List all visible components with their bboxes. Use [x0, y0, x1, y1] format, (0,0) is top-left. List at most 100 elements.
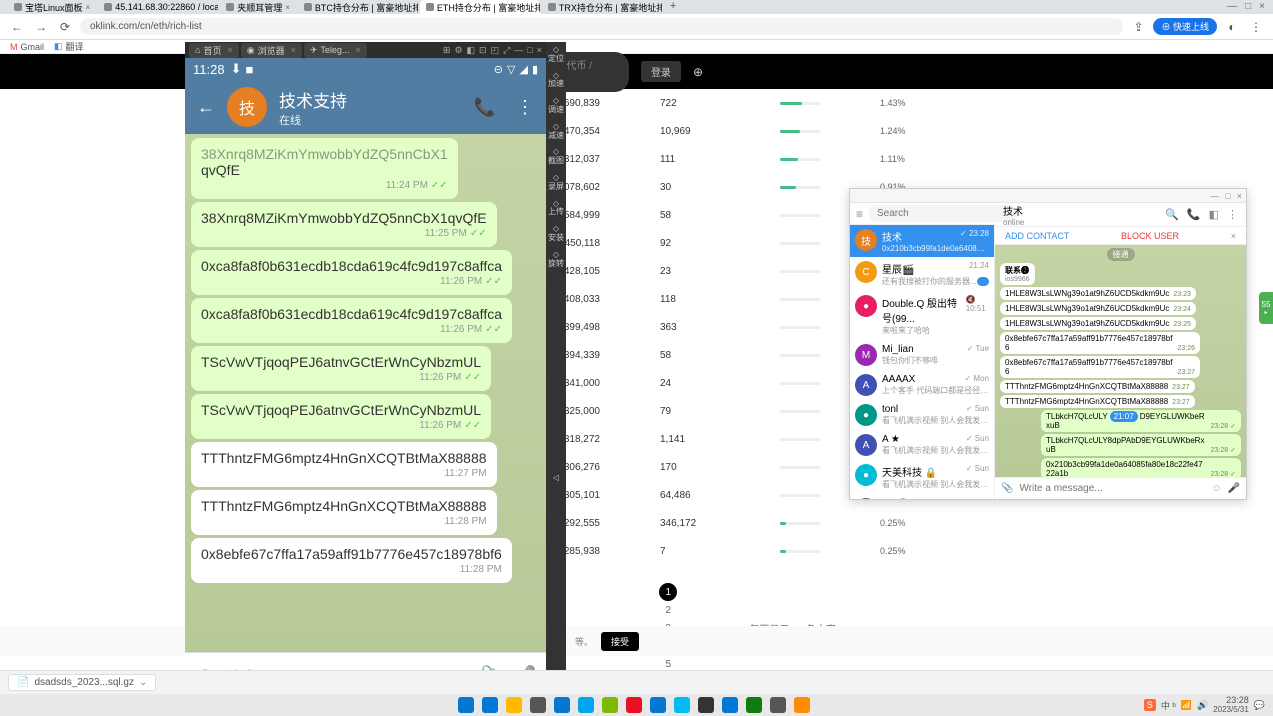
taskbar-app-icon[interactable] [722, 697, 738, 713]
emu-win-icon[interactable]: ⊞ [443, 45, 451, 56]
search-icon[interactable]: 🔍 [1165, 208, 1179, 221]
sidebar-tool[interactable]: ◇调速 [548, 97, 564, 115]
side-widget[interactable]: 55▸ [1259, 292, 1273, 324]
nav-back-icon[interactable]: ← [8, 20, 26, 34]
chat-message[interactable]: 0x8ebfe67c7ffa17a59aff91b7776e457c18978b… [1000, 356, 1200, 378]
emu-win-icon[interactable]: ⊡ [479, 45, 487, 56]
attach-icon[interactable]: 📎 [1001, 483, 1013, 494]
chat-message[interactable]: 1HLE8W3LsLWNg39o1at9hZ6UCD5kdkm9Uc23:24 [1000, 302, 1196, 315]
tray-wifi-icon[interactable]: 📶 [1181, 700, 1192, 711]
taskbar-app-icon[interactable] [458, 697, 474, 713]
globe-icon[interactable]: ⊕ [693, 65, 703, 79]
sidebar-tool[interactable]: ◇录屏 [548, 174, 564, 192]
chat-message[interactable]: 1HLE8W3LsLWNg39o1at9hZ6UCD5kdkm9Uc23:23 [1000, 287, 1196, 300]
close-icon[interactable]: × [1231, 231, 1236, 241]
sidebar-tool[interactable]: ◇旋转 [548, 251, 564, 269]
win-close-icon[interactable]: × [1237, 191, 1242, 201]
emu-tab[interactable]: ✈Teleg...× [304, 43, 367, 58]
taskbar-app-icon[interactable] [794, 697, 810, 713]
taskbar-app-icon[interactable] [746, 697, 762, 713]
chat-list-item[interactable]: ●天美科技 🔒✓ Sun看飞机满示视频 别人会我发给地地... [850, 460, 994, 494]
sidebar-arrow[interactable]: ◁ [553, 474, 559, 483]
window-min-icon[interactable]: — [1227, 1, 1237, 14]
chat-message[interactable]: TScVwVTjqoqPEJ6atnvGCtErWnCyNbzmUL11:26 … [191, 346, 491, 391]
chat-list-item[interactable]: AAAAAX✓ Mon上个客手 代码端口都是径径用的 [850, 370, 994, 400]
emu-win-icon[interactable]: ⚙ [454, 45, 462, 56]
taskbar-app-icon[interactable] [506, 697, 522, 713]
chat-list-item[interactable]: C星辰🎬21:24还有我搜被打你的服务器...1 [850, 257, 994, 291]
menu-icon[interactable]: ≡ [856, 207, 863, 221]
win-min-icon[interactable]: — [1210, 191, 1219, 201]
mic-icon[interactable]: 🎤 [1228, 483, 1240, 494]
sidebar-tool[interactable]: ◇加速 [548, 72, 564, 90]
chat-list-item[interactable]: ●tonl✓ Sun看飞机满示视频 别人会我发给地地... [850, 400, 994, 430]
tray-ime-icon[interactable]: S [1144, 699, 1156, 711]
emu-win-icon[interactable]: ◧ [467, 45, 476, 56]
taskbar-app-icon[interactable] [770, 697, 786, 713]
emu-win-icon[interactable]: — [514, 45, 523, 56]
page-number[interactable]: 2 [659, 601, 677, 619]
nav-fwd-icon[interactable]: → [32, 20, 50, 34]
accept-button[interactable]: 接受 [601, 632, 639, 651]
chat-message[interactable]: TTThntzFMG6mptz4HnGnXCQTBtMaX8888811:27 … [191, 442, 497, 487]
download-item[interactable]: 📄 dsadsds_2023...sql.gz ⌄ [8, 674, 156, 691]
chat-message[interactable]: TTThntzFMG6mptz4HnGnXCQTBtMaX8888823:27 [1000, 395, 1195, 408]
block-user-button[interactable]: BLOCK USER [1121, 231, 1179, 241]
taskbar-app-icon[interactable] [698, 697, 714, 713]
message-input[interactable] [1019, 483, 1205, 494]
sidebar-tool[interactable]: ◇截图 [548, 148, 564, 166]
browser-tab[interactable]: 宝塔Linux面板× [8, 0, 96, 14]
chat-list-item[interactable]: 技技术✓ 23:280x210b3cb99fa1de0a64085fa80e1.… [850, 225, 994, 257]
chat-list-item[interactable]: MMi_lian✓ Tue钱包你们不够啡 [850, 340, 994, 370]
emu-win-icon[interactable]: ⤢ [503, 45, 510, 56]
taskbar-app-icon[interactable] [554, 697, 570, 713]
win-max-icon[interactable]: □ [1225, 191, 1230, 201]
chat-message[interactable]: 38Xnrq8MZiKmYmwobbYdZQ5nnCbX1qvQfE11:25 … [191, 202, 497, 247]
emu-win-icon[interactable]: × [537, 45, 542, 56]
taskbar-app-icon[interactable] [530, 697, 546, 713]
login-button[interactable]: 登录 [641, 61, 681, 82]
chat-message[interactable]: 0x210b3cb99fa1de0a64085fa80e18c22fe4722a… [1041, 458, 1241, 477]
emu-win-icon[interactable]: ◰ [491, 45, 500, 56]
nav-reload-icon[interactable]: ⟳ [56, 20, 74, 34]
page-number[interactable]: 1 [659, 583, 677, 601]
taskbar-app-icon[interactable] [650, 697, 666, 713]
taskbar-app-icon[interactable] [578, 697, 594, 713]
tray-lang[interactable]: 中 ᵇ [1161, 699, 1176, 712]
panel-icon[interactable]: ◧ [1209, 208, 1219, 221]
share-icon[interactable]: ⇪ [1129, 20, 1147, 34]
chat-message[interactable]: 0xca8fa8f0b631ecdb18cda619c4fc9d197c8aff… [191, 298, 512, 343]
browser-tab[interactable]: ETH持仓分布 | 富豪地址排行榜× [420, 0, 540, 14]
bookmark-translate[interactable]: ◧翻译 [54, 40, 84, 53]
window-close-icon[interactable]: × [1259, 1, 1265, 14]
window-max-icon[interactable]: □ [1245, 1, 1251, 14]
taskbar-app-icon[interactable] [602, 697, 618, 713]
add-contact-button[interactable]: ADD CONTACT [1005, 231, 1069, 241]
chat-message[interactable]: TLbkcH7QLcULY21:07D9EYGLUWKbeRxuB23:28 ✓ [1041, 410, 1241, 432]
emu-tab[interactable]: ⌂首页× [189, 43, 239, 58]
bookmark-gmail[interactable]: MGmail [10, 42, 44, 52]
browser-tab[interactable]: 45.141.68.30:22860 / localho...× [98, 0, 218, 14]
pinned-message[interactable]: 联系❷ios9966 [1000, 263, 1035, 285]
call-icon[interactable]: 📞 [474, 97, 496, 118]
chat-message[interactable]: 1HLE8W3LsLWNg39o1at9hZ6UCD5kdkm9Uc23:25 [1000, 317, 1196, 330]
sidebar-tool[interactable]: ◇定位 [548, 46, 564, 64]
chat-message[interactable]: TTThntzFMG6mptz4HnGnXCQTBtMaX8888823:27 [1000, 380, 1195, 393]
taskbar-app-icon[interactable] [626, 697, 642, 713]
emu-tab[interactable]: ◉浏览器× [241, 43, 302, 58]
chat-message[interactable]: 0x8ebfe67c7ffa17a59aff91b7776e457c18978b… [1000, 332, 1200, 354]
browser-tab[interactable]: 夹顺耳管理× [220, 0, 296, 14]
menu-icon[interactable]: ⋮ [1247, 20, 1265, 34]
sidebar-tool[interactable]: ◇减速 [548, 123, 564, 141]
tray-volume-icon[interactable]: 🔊 [1197, 700, 1208, 711]
new-tab-button[interactable]: + [664, 0, 682, 14]
taskbar-app-icon[interactable] [482, 697, 498, 713]
tray-notif-icon[interactable]: 💬 [1254, 700, 1265, 711]
chat-list-item[interactable]: AA ★✓ Sun看飞机满示视频 别人会我发给地地... [850, 430, 994, 460]
chat-messages[interactable]: 接通联系❷ios99661HLE8W3LsLWNg39o1at9hZ6UCD5k… [995, 245, 1246, 477]
call-icon[interactable]: 📞 [1187, 208, 1201, 221]
emu-win-icon[interactable]: □ [527, 45, 532, 56]
chat-message[interactable]: 38Xnrq8MZiKmYmwobbYdZQ5nnCbX1qvQfE11:24 … [191, 138, 458, 199]
chat-message[interactable]: TTThntzFMG6mptz4HnGnXCQTBtMaX8888811:28 … [191, 490, 497, 535]
chat-list-item[interactable]: ●Double.Q 殷出特号(99...🔇10:51来啦来了哈哈 [850, 291, 994, 340]
